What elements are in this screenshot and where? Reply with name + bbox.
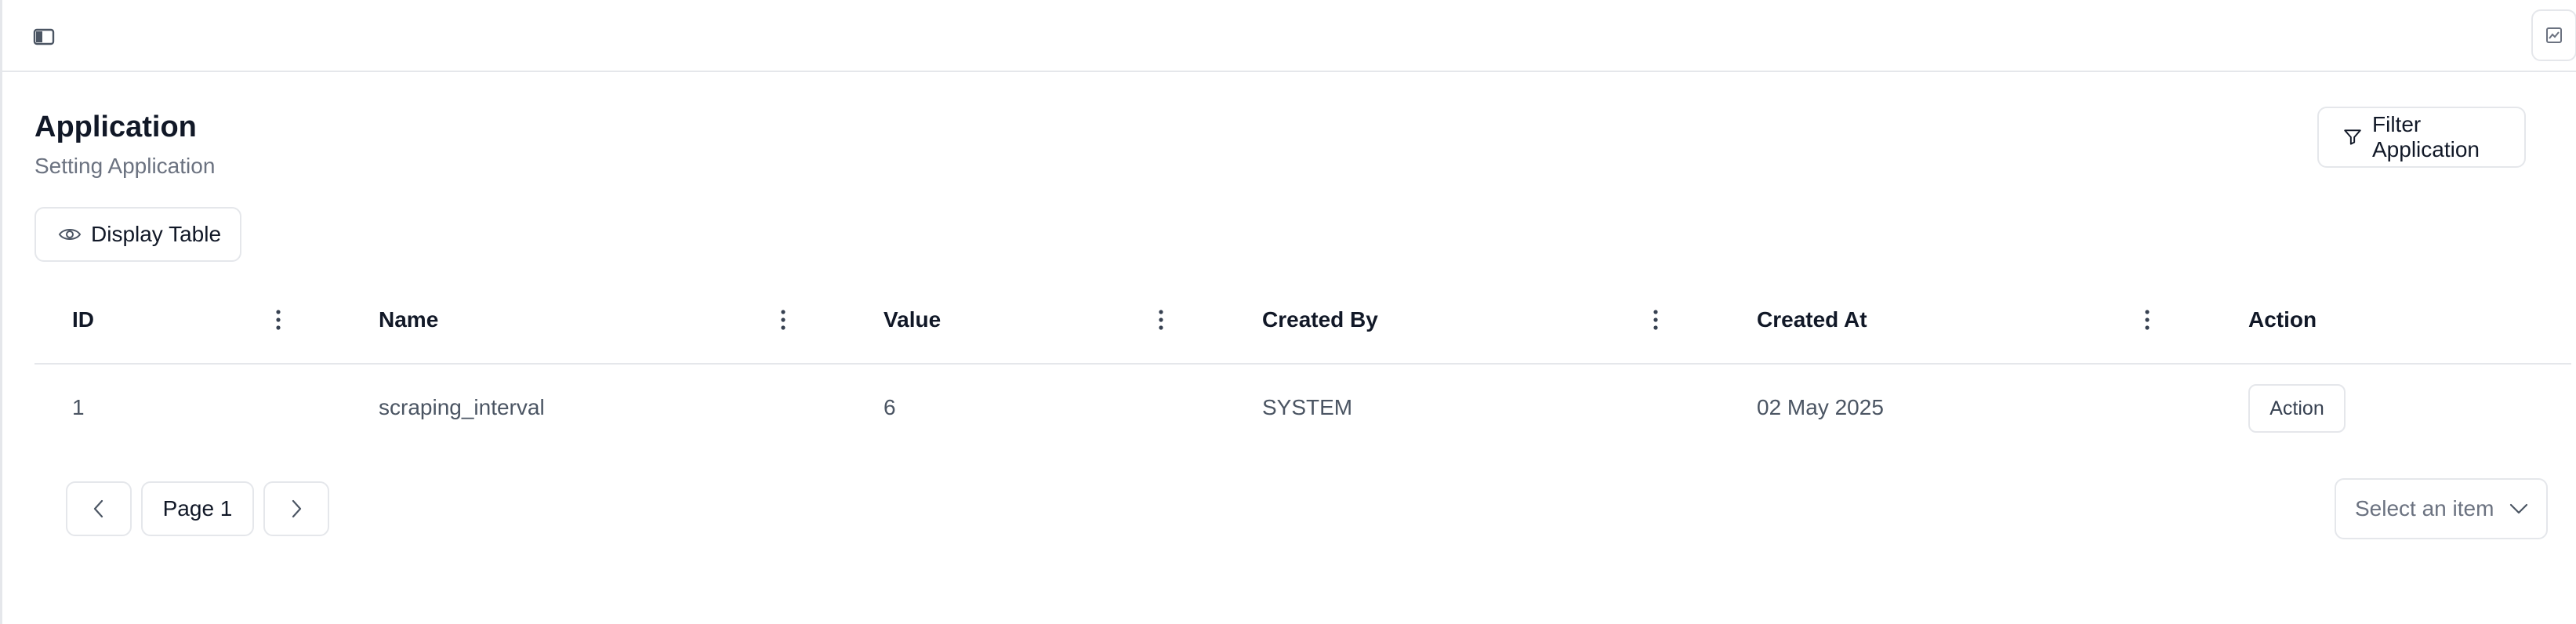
page-size-placeholder: Select an item [2355, 496, 2494, 521]
previous-page-button[interactable] [66, 481, 132, 536]
column-header-created-at[interactable]: Created At [1757, 306, 1867, 334]
vertical-dots-icon [781, 310, 785, 330]
page-subtitle: Setting Application [34, 154, 216, 178]
chevron-left-icon [93, 499, 105, 519]
next-page-button[interactable] [263, 481, 329, 536]
chart-button[interactable] [2531, 9, 2576, 61]
column-menu-created-at[interactable] [2139, 306, 2155, 334]
vertical-dots-icon [2145, 310, 2150, 330]
page-indicator: Page 1 [141, 481, 254, 536]
eye-icon [58, 226, 82, 243]
column-menu-created-by[interactable] [1648, 306, 1664, 334]
column-header-action: Action [2248, 307, 2317, 332]
left-border [0, 0, 2, 624]
page-title: Application [34, 111, 197, 143]
cell-id: 1 [72, 395, 85, 419]
column-menu-id[interactable] [270, 306, 286, 334]
line-chart-icon [2545, 27, 2563, 44]
cell-value: 6 [883, 395, 896, 419]
sidebar-toggle-button[interactable] [31, 24, 57, 50]
vertical-dots-icon [276, 310, 281, 330]
funnel-icon [2342, 127, 2363, 147]
column-menu-value[interactable] [1153, 306, 1169, 334]
cell-created-at: 02 May 2025 [1757, 395, 1884, 419]
chevron-down-icon [2509, 502, 2529, 515]
filter-application-label: Filter Application [2372, 112, 2480, 161]
sidebar-panel-icon [33, 27, 55, 46]
page-size-select[interactable]: Select an item [2335, 478, 2548, 539]
row-action-button[interactable]: Action [2248, 384, 2346, 433]
column-header-name[interactable]: Name [379, 306, 438, 334]
display-table-label: Display Table [91, 222, 222, 246]
table-header-divider [34, 363, 2571, 365]
column-header-value[interactable]: Value [883, 306, 941, 334]
top-bar [2, 0, 2576, 72]
column-header-created-by[interactable]: Created By [1262, 306, 1378, 334]
vertical-dots-icon [1159, 310, 1163, 330]
column-menu-name[interactable] [775, 306, 791, 334]
filter-application-button[interactable]: Filter Application [2317, 107, 2526, 168]
chevron-right-icon [290, 499, 303, 519]
vertical-dots-icon [1653, 310, 1658, 330]
cell-name: scraping_interval [379, 395, 545, 419]
display-table-button[interactable]: Display Table [34, 207, 241, 262]
column-header-id[interactable]: ID [72, 306, 94, 334]
cell-created-by: SYSTEM [1262, 395, 1353, 419]
